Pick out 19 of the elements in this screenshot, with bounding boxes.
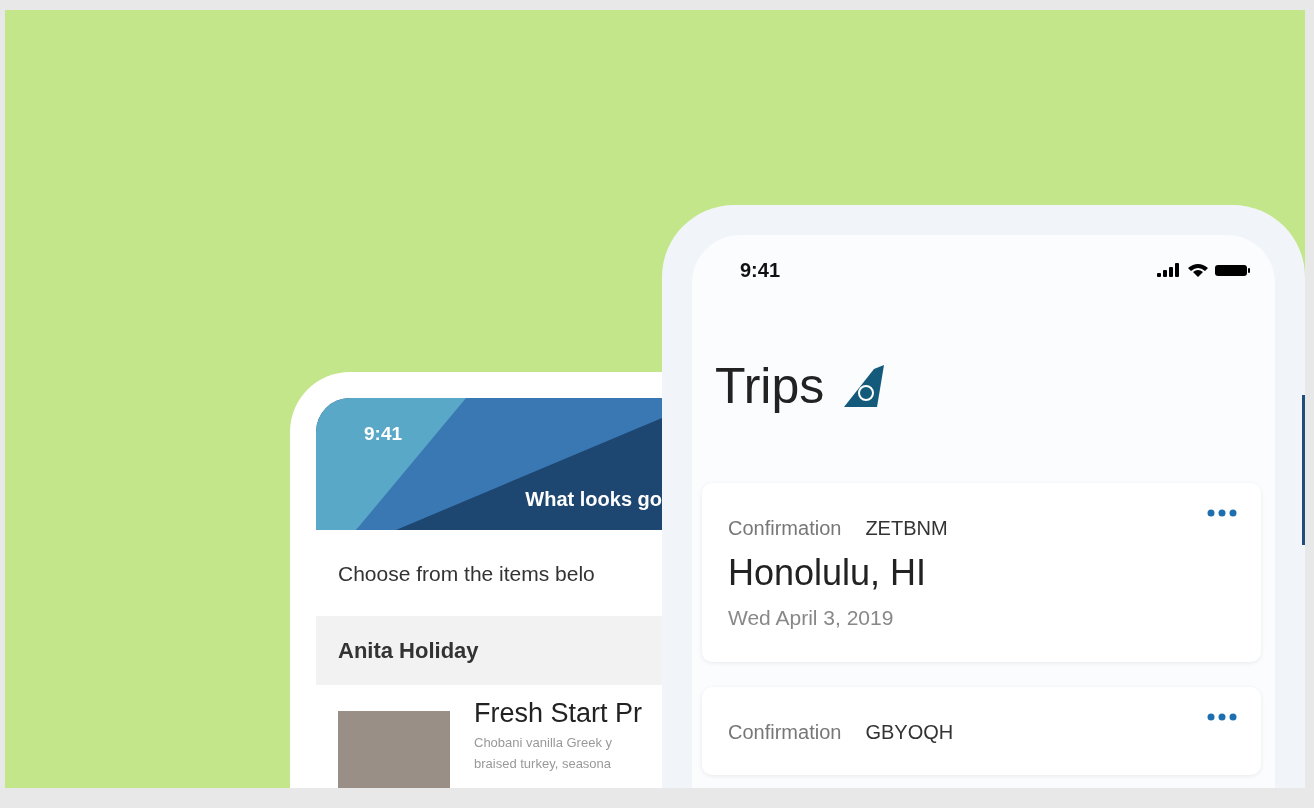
confirmation-code: GBYOQH <box>865 720 954 743</box>
section-header: Anita Holiday <box>316 615 662 685</box>
page-title: Trips <box>715 361 825 411</box>
more-icon[interactable] <box>1207 509 1237 517</box>
trip-date: Wed April 3, 2019 <box>728 605 895 632</box>
item-description: Chobani vanilla Greek y braised turkey, seasona <box>474 733 614 773</box>
header-title: What looks go <box>525 487 662 512</box>
confirmation-code: ZETBNM <box>865 517 948 539</box>
status-time: 9:41 <box>740 258 781 283</box>
intro-text: Choose from the items belo <box>337 561 596 587</box>
status-time: 9:41 <box>364 422 403 446</box>
trip-card[interactable]: Confirmation GBYOQH <box>702 686 1261 775</box>
confirmation-label: Confirmation <box>728 517 842 539</box>
confirmation-label: Confirmation <box>728 720 842 743</box>
trip-card[interactable]: Confirmation ZETBNM Honolulu, HI Wed April 3, 2019 <box>702 483 1261 662</box>
item-title: Fresh Start Pr <box>474 696 643 729</box>
tail-fin-icon <box>844 365 885 407</box>
more-icon[interactable] <box>1207 712 1237 721</box>
trip-destination: Honolulu, HI <box>728 551 928 595</box>
